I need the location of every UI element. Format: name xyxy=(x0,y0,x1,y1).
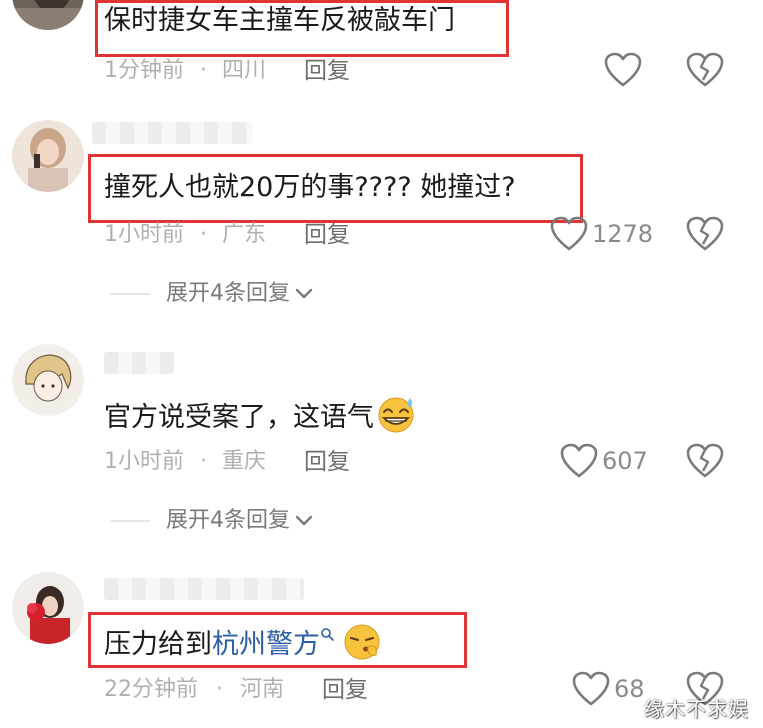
comment-time: 1分钟前 xyxy=(104,58,184,83)
reply-button[interactable]: 回复 xyxy=(322,676,368,704)
dislike-button[interactable] xyxy=(686,443,726,483)
reply-button[interactable]: 回复 xyxy=(304,448,350,476)
reply-button[interactable]: 回复 xyxy=(304,57,350,85)
like-count: 607 xyxy=(602,447,648,475)
meta-separator: · xyxy=(200,449,207,474)
comment-time: 22分钟前 xyxy=(104,677,198,702)
divider xyxy=(110,520,150,522)
username-blurred xyxy=(92,122,252,144)
comment-time: 1小时前 xyxy=(104,449,184,474)
highlight-box xyxy=(95,0,509,57)
chevron-down-icon xyxy=(295,515,313,526)
comment-list: 保时捷女车主撞车反被敲车门 1分钟前 · 四川 回复 撞死人也就20万的事???… xyxy=(0,0,763,728)
watermark: 缘木不求娱 xyxy=(644,697,749,721)
avatar[interactable] xyxy=(12,572,84,644)
chevron-down-icon xyxy=(295,288,313,299)
avatar[interactable] xyxy=(12,344,84,416)
expand-replies-label: 展开4条回复 xyxy=(166,508,290,533)
heart-outline-icon xyxy=(604,52,642,88)
comment-region: 河南 xyxy=(240,677,285,702)
meta-separator: · xyxy=(216,677,223,702)
heart-outline-icon xyxy=(572,671,610,707)
comment-text: 官方说受案了，这语气 xyxy=(104,394,418,436)
comment-region: 四川 xyxy=(222,58,267,83)
broken-heart-icon xyxy=(686,443,726,479)
username-blurred xyxy=(104,578,304,600)
broken-heart-icon xyxy=(686,216,726,252)
heart-outline-icon xyxy=(550,216,588,252)
broken-heart-icon xyxy=(686,52,726,88)
grinning-sweat-emoji xyxy=(378,397,414,433)
dislike-button[interactable] xyxy=(686,216,726,256)
heart-outline-icon xyxy=(560,443,598,479)
reply-button[interactable]: 回复 xyxy=(304,221,350,249)
comment-time: 1小时前 xyxy=(104,222,184,247)
like-count: 68 xyxy=(614,675,645,703)
expand-replies-label: 展开4条回复 xyxy=(166,281,290,306)
username-blurred xyxy=(104,352,174,374)
comment-text-body: 官方说受案了，这语气 xyxy=(104,402,374,433)
like-button[interactable]: 1278 xyxy=(550,214,653,254)
like-count: 1278 xyxy=(592,220,654,248)
like-button[interactable]: 607 xyxy=(560,441,648,481)
expand-replies-button[interactable]: 展开4条回复 xyxy=(110,280,314,308)
dislike-button[interactable] xyxy=(686,52,726,92)
divider xyxy=(110,293,150,295)
avatar[interactable] xyxy=(12,0,84,30)
like-button[interactable] xyxy=(604,50,646,90)
like-button[interactable]: 68 xyxy=(572,669,645,709)
expand-replies-button[interactable]: 展开4条回复 xyxy=(110,507,314,535)
highlight-box xyxy=(88,612,467,668)
comment-region: 重庆 xyxy=(222,449,267,474)
avatar[interactable] xyxy=(12,120,84,192)
meta-separator: · xyxy=(200,58,207,83)
highlight-box xyxy=(88,154,583,223)
comment-region: 广东 xyxy=(222,222,267,247)
meta-separator: · xyxy=(200,222,207,247)
